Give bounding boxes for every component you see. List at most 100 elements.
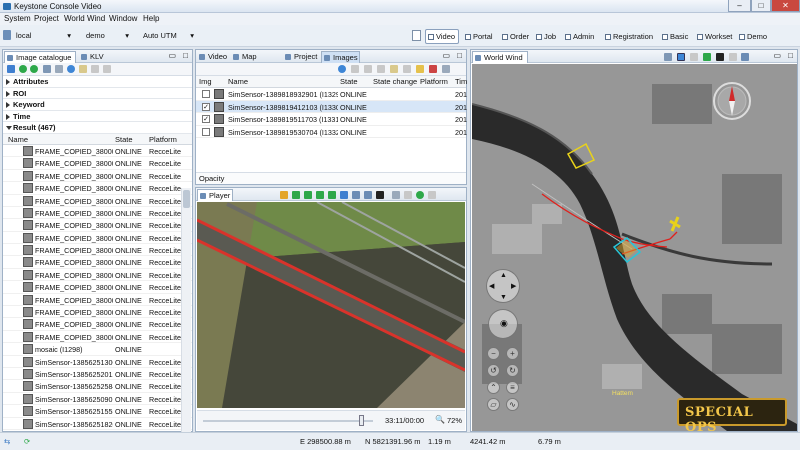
- table-row[interactable]: FRAME_COPIED_380000 ONLINE RecceLite: [3, 170, 192, 183]
- perspective-job[interactable]: Job: [533, 29, 559, 44]
- table-row[interactable]: SimSensor-138562515530 ONLINE RecceLite: [3, 405, 192, 418]
- edit-icon[interactable]: [390, 65, 398, 73]
- rotate-right-button[interactable]: ↻: [506, 364, 519, 377]
- stop-icon[interactable]: [340, 191, 348, 199]
- zoom-in-button[interactable]: +: [506, 347, 519, 360]
- column-name[interactable]: Name: [228, 77, 248, 86]
- table-row[interactable]: SimSensor-1389818932901 (I1329) ONLINE 201…: [196, 88, 467, 101]
- table-row[interactable]: FRAME_COPIED_380000 ONLINE RecceLite: [3, 219, 192, 232]
- visibility-checkbox[interactable]: ✓: [202, 102, 210, 111]
- perspective-demo[interactable]: Demo: [736, 29, 769, 44]
- grid-icon[interactable]: [690, 53, 698, 61]
- table-row[interactable]: mosaic (I1298) ONLINE: [3, 343, 192, 356]
- table-row[interactable]: FRAME_COPIED_380000 ONLINE RecceLite: [3, 294, 192, 307]
- filter-icon[interactable]: [43, 65, 51, 73]
- search-icon[interactable]: [7, 65, 15, 73]
- column-state[interactable]: State: [340, 77, 358, 86]
- copy-icon[interactable]: [351, 65, 359, 73]
- measure-icon[interactable]: [729, 53, 737, 61]
- visibility-checkbox[interactable]: [202, 90, 210, 98]
- play-icon[interactable]: [304, 191, 312, 199]
- visibility-checkbox[interactable]: [202, 127, 210, 136]
- status-connect-icon[interactable]: ⇆: [4, 437, 10, 446]
- table-row[interactable]: FRAME_COPIED_380000 ONLINE RecceLite: [3, 281, 192, 294]
- minimize-view-icon[interactable]: ▭: [442, 51, 450, 60]
- table-row[interactable]: SimSensor-138562518200 ONLINE RecceLite: [3, 418, 192, 430]
- menu-window[interactable]: Window: [109, 14, 137, 23]
- pitch-down-button[interactable]: ≡: [506, 381, 519, 394]
- scrollbar-thumb[interactable]: [183, 190, 190, 208]
- pin-icon[interactable]: [416, 65, 424, 73]
- table-row[interactable]: SimSensor-1389819530704 (I1332) ONLINE 201…: [196, 126, 467, 139]
- column-platform[interactable]: Platform: [149, 135, 177, 144]
- table-row[interactable]: FRAME_COPIED_380000 ONLINE RecceLite: [3, 331, 192, 344]
- table-row[interactable]: FRAME_COPIED_380000 ONLINE RecceLite: [3, 244, 192, 257]
- table-row[interactable]: SimSensor-138562509010 ONLINE RecceLite: [3, 393, 192, 406]
- section-time[interactable]: Time: [3, 111, 192, 123]
- menu-world-wind[interactable]: World Wind: [64, 14, 105, 23]
- timeline-track[interactable]: [203, 420, 373, 422]
- table-row[interactable]: SimSensor-138562513000 ONLINE RecceLite: [3, 356, 192, 368]
- server-combo[interactable]: local ▾: [13, 29, 75, 43]
- fast-forward-icon[interactable]: [316, 191, 324, 199]
- globe-icon[interactable]: [338, 65, 346, 73]
- delete-icon[interactable]: [429, 65, 437, 73]
- column-platform[interactable]: Platform: [420, 77, 448, 86]
- add-icon[interactable]: [416, 191, 424, 199]
- visibility-checkbox[interactable]: ✓: [202, 115, 210, 124]
- loop-icon[interactable]: [392, 191, 400, 199]
- step-forward-icon[interactable]: [328, 191, 336, 199]
- zoom-out-button[interactable]: −: [487, 347, 500, 360]
- perspective-portal[interactable]: Portal: [462, 29, 496, 44]
- paste-icon[interactable]: [364, 65, 372, 73]
- minimize-button[interactable]: –: [728, 0, 751, 12]
- table-row[interactable]: FRAME_COPIED_380000 ONLINE RecceLite: [3, 157, 192, 170]
- map-icon[interactable]: [703, 53, 711, 61]
- menu-system[interactable]: System: [4, 14, 31, 23]
- section-keyword[interactable]: Keyword: [3, 99, 192, 111]
- section-result[interactable]: Result (467): [3, 122, 192, 134]
- export-icon[interactable]: [91, 65, 99, 73]
- section-roi[interactable]: ROI: [3, 88, 192, 100]
- table-row[interactable]: FRAME_COPIED_380000 ONLINE RecceLite: [3, 269, 192, 282]
- rotate-left-button[interactable]: ↺: [487, 364, 500, 377]
- tab-image-catalogue[interactable]: Image catalogue: [4, 51, 76, 63]
- tab-klv[interactable]: KLV: [79, 51, 113, 63]
- section-attributes[interactable]: Attributes: [3, 76, 192, 88]
- column-name[interactable]: Name: [8, 135, 28, 144]
- options-icon[interactable]: [428, 191, 436, 199]
- tab-player[interactable]: Player: [197, 189, 233, 201]
- perspective-admin[interactable]: Admin: [562, 29, 599, 44]
- video-frame[interactable]: [197, 202, 465, 408]
- column-time[interactable]: Tim: [455, 77, 467, 86]
- perspective-registration[interactable]: Registration: [602, 29, 656, 44]
- layers-icon[interactable]: [664, 53, 672, 61]
- maximize-button[interactable]: □: [751, 0, 771, 12]
- tilt-button[interactable]: ▱: [487, 398, 500, 411]
- maximize-view-icon[interactable]: □: [183, 51, 188, 60]
- tab-project[interactable]: Project: [283, 51, 319, 63]
- table-row[interactable]: ✓ SimSensor-1389819511703 (I1331) ONLINE 20…: [196, 113, 467, 126]
- table-row[interactable]: FRAME_COPIED_380000 ONLINE RecceLite: [3, 182, 192, 195]
- maximize-view-icon[interactable]: □: [788, 51, 793, 60]
- table-row[interactable]: FRAME_COPIED_380000 ONLINE RecceLite: [3, 318, 192, 331]
- edit-icon[interactable]: [79, 65, 87, 73]
- zoom-in-icon[interactable]: [352, 191, 360, 199]
- collapse-icon[interactable]: [442, 65, 450, 73]
- play-icon[interactable]: [30, 65, 38, 73]
- look-control[interactable]: ◉: [488, 309, 518, 339]
- perspective-video[interactable]: Video: [425, 29, 459, 44]
- cursor-icon[interactable]: [677, 53, 685, 61]
- pan-control[interactable]: ▲ ▼ ◀ ▶: [486, 269, 520, 303]
- map-view[interactable]: Hattem ▲ ▼ ◀ ▶ ◉ − + ↺ ↻ ⌃ ≡ ▱ ∿ SPECIAL OP…: [472, 64, 797, 431]
- pitch-up-button[interactable]: ⌃: [487, 381, 500, 394]
- tab-world-wind[interactable]: World Wind: [472, 51, 528, 63]
- table-row[interactable]: SimSensor-138562520120 ONLINE RecceLite: [3, 368, 192, 381]
- snapshot-icon[interactable]: [376, 191, 384, 199]
- globe-icon[interactable]: [67, 65, 75, 73]
- rewind-icon[interactable]: [292, 191, 300, 199]
- properties-icon[interactable]: [377, 65, 385, 73]
- projection-combo[interactable]: Auto UTM ▾: [140, 29, 198, 43]
- menu-project[interactable]: Project: [34, 14, 59, 23]
- table-row[interactable]: FRAME_COPIED_380000 ONLINE RecceLite: [3, 232, 192, 245]
